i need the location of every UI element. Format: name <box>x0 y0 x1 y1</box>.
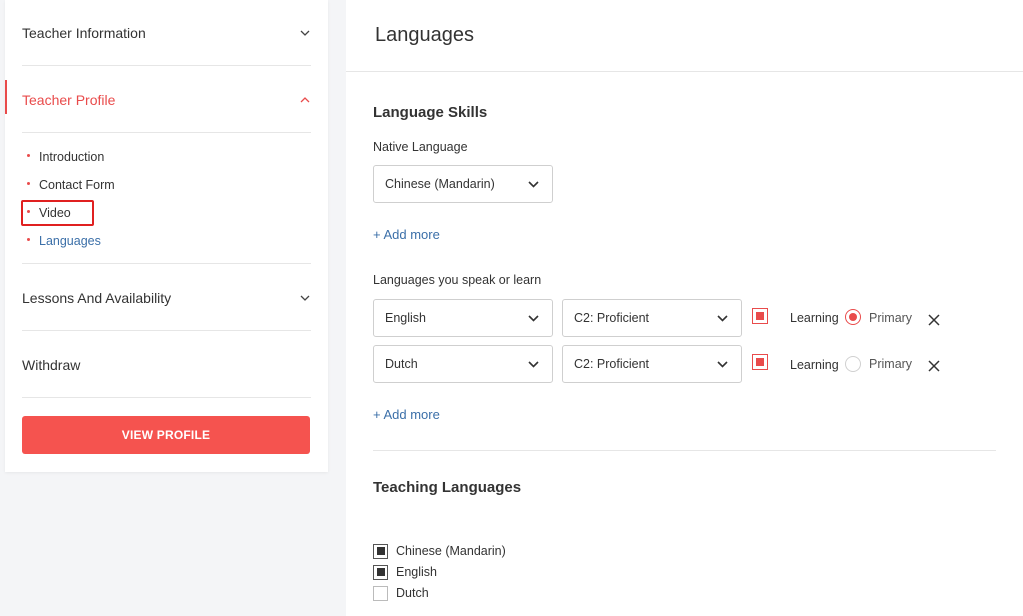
sidebar: Teacher Information Teacher Profile Intr… <box>5 0 328 472</box>
accordion-label: Teacher Profile <box>22 92 116 108</box>
checkbox-fill <box>376 547 385 555</box>
add-more-native-link[interactable]: + Add more <box>373 227 440 242</box>
chevron-down-icon <box>528 178 540 190</box>
checkbox-fill <box>756 312 764 320</box>
radio-dot <box>849 313 857 321</box>
sidebar-item-introduction[interactable]: Introduction <box>27 148 104 166</box>
section-divider <box>373 450 996 451</box>
accordion-label: Teacher Information <box>22 25 146 41</box>
accordion-lessons-availability[interactable]: Lessons And Availability <box>22 265 311 331</box>
chevron-down-icon <box>528 358 540 370</box>
bullet-icon <box>27 237 30 241</box>
select-value: English <box>385 311 426 325</box>
checkbox <box>373 564 388 580</box>
native-language-select[interactable]: Chinese (Mandarin) <box>373 165 553 203</box>
teaching-language-checkbox[interactable]: Dutch <box>373 585 429 601</box>
accordion-teacher-information[interactable]: Teacher Information <box>22 0 311 66</box>
teaching-language-checkbox[interactable]: Chinese (Mandarin) <box>373 543 506 559</box>
select-value: C2: Proficient <box>574 357 650 371</box>
chevron-down-icon <box>528 312 540 324</box>
sidebar-item-label: Introduction <box>39 150 105 164</box>
primary-label: Primary <box>869 311 913 325</box>
learning-label: Learning <box>790 311 839 325</box>
main-header: Languages <box>346 0 1023 72</box>
level-select[interactable]: C2: Proficient <box>562 345 742 383</box>
sidebar-item-withdraw[interactable]: Withdraw <box>22 332 311 398</box>
checkbox-fill <box>756 358 764 366</box>
sidebar-item-contact-form[interactable]: Contact Form <box>27 176 115 194</box>
divider <box>22 330 311 331</box>
section-title-language-skills: Language Skills <box>373 104 488 121</box>
primary-label: Primary <box>869 357 913 371</box>
divider <box>22 132 311 133</box>
chevron-down-icon <box>717 358 729 370</box>
chevron-down-icon <box>299 292 311 304</box>
highlight-box <box>21 200 94 226</box>
primary-radio[interactable] <box>845 356 861 372</box>
divider <box>22 263 311 264</box>
select-value: Chinese (Mandarin) <box>385 177 495 191</box>
add-more-speak-link[interactable]: + Add more <box>373 407 440 422</box>
view-profile-button[interactable]: VIEW PROFILE <box>22 416 310 454</box>
sidebar-item-label: Languages <box>39 234 101 248</box>
checkbox-label: Chinese (Mandarin) <box>396 544 506 558</box>
speak-languages-label: Languages you speak or learn <box>373 273 542 287</box>
chevron-down-icon <box>299 27 311 39</box>
divider <box>22 397 311 398</box>
bullet-icon <box>27 181 30 185</box>
checkbox <box>373 585 388 601</box>
checkbox <box>373 543 388 559</box>
level-select[interactable]: C2: Proficient <box>562 299 742 337</box>
learning-checkbox[interactable] <box>752 308 768 324</box>
language-select[interactable]: English <box>373 299 553 337</box>
chevron-up-icon <box>299 94 311 106</box>
bullet-icon <box>27 153 30 157</box>
teaching-language-checkbox[interactable]: English <box>373 564 437 580</box>
language-select[interactable]: Dutch <box>373 345 553 383</box>
accordion-label: Withdraw <box>22 357 81 373</box>
active-indicator <box>5 80 7 114</box>
checkbox-label: Dutch <box>396 586 429 600</box>
chevron-down-icon <box>717 312 729 324</box>
native-language-label: Native Language <box>373 140 468 154</box>
accordion-teacher-profile[interactable]: Teacher Profile <box>22 67 311 133</box>
sidebar-item-label: Contact Form <box>39 178 115 192</box>
select-value: Dutch <box>385 357 418 371</box>
accordion-label: Lessons And Availability <box>22 290 172 306</box>
divider <box>22 65 311 66</box>
close-icon[interactable] <box>927 313 941 327</box>
checkbox-label: English <box>396 565 437 579</box>
select-value: C2: Proficient <box>574 311 650 325</box>
section-title-teaching-languages: Teaching Languages <box>373 479 522 496</box>
checkbox-fill <box>376 568 385 576</box>
learning-label: Learning <box>790 358 839 372</box>
primary-radio[interactable] <box>845 309 861 325</box>
sidebar-item-languages[interactable]: Languages <box>27 232 101 250</box>
main-panel: Languages Language Skills Native Languag… <box>346 0 1023 616</box>
learning-checkbox[interactable] <box>752 354 768 370</box>
close-icon[interactable] <box>927 359 941 373</box>
page-title: Languages <box>375 24 474 46</box>
